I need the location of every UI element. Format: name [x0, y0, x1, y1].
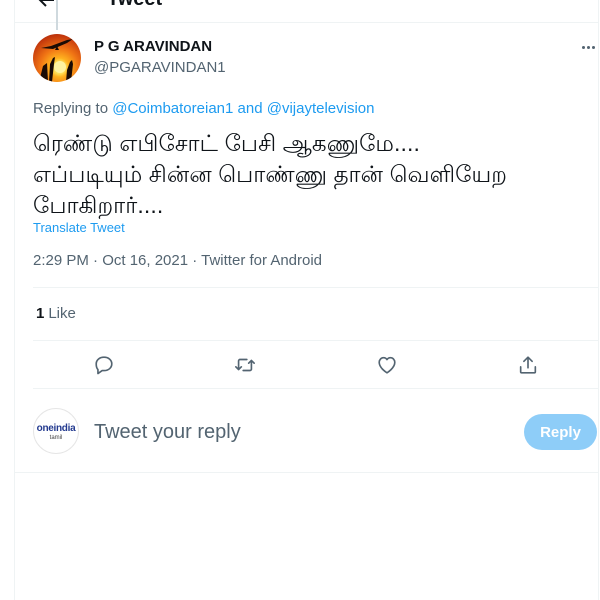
thread-connector-line: [56, 0, 58, 30]
translate-tweet-link[interactable]: Translate Tweet: [33, 220, 125, 235]
divider: [33, 340, 598, 341]
divider: [33, 287, 598, 288]
reply-button[interactable]: Reply: [524, 414, 597, 450]
mention-link-vijaytelevision[interactable]: @vijaytelevision: [267, 100, 375, 117]
tweet-page: Tweet P G ARAVINDAN @PGARAVINDAN1 Replyi…: [0, 0, 600, 600]
tweet-text: ரெண்டு எபிசோட் பேசி ஆகணுமே.... எப்படியும…: [33, 130, 508, 218]
like-count-label: Like: [48, 305, 76, 322]
share-action-button[interactable]: [517, 354, 539, 376]
replying-prefix: Replying to: [33, 100, 109, 117]
retweet-icon: [235, 358, 255, 372]
author-handle[interactable]: @PGARAVINDAN1: [94, 59, 226, 77]
divider: [33, 388, 598, 389]
author-name[interactable]: P G ARAVINDAN: [94, 38, 212, 56]
header-bar: Tweet: [15, 0, 598, 23]
column-border-right: [598, 0, 599, 600]
like-count-number: 1: [36, 305, 45, 322]
mention-conjunction: and: [237, 100, 263, 117]
reply-action-button[interactable]: [93, 354, 115, 376]
like-action-button[interactable]: [376, 354, 398, 376]
logo-text-sub: tamil: [49, 435, 63, 441]
column-border-left: [14, 0, 15, 600]
back-arrow-icon[interactable]: [37, 0, 57, 10]
replying-to-line: Replying to @Coimbatoreian1 and @vijayte…: [33, 100, 375, 118]
user-avatar-logo[interactable]: oneindia tamil: [33, 408, 79, 454]
sunset-bird-avatar-icon: [39, 39, 73, 82]
mention-link-coimbatoreian1[interactable]: @Coimbatoreian1: [112, 100, 233, 117]
more-options-icon[interactable]: [576, 36, 600, 58]
author-avatar[interactable]: [33, 34, 81, 82]
likes-count[interactable]: 1 Like: [36, 305, 76, 323]
divider: [15, 472, 598, 473]
comment-icon: [95, 356, 113, 375]
retweet-action-button[interactable]: [234, 354, 256, 376]
share-icon: [519, 356, 537, 374]
reply-input[interactable]: [94, 418, 474, 446]
logo-text-main: oneindia: [36, 423, 76, 434]
tweet-timestamp[interactable]: 2:29 PM · Oct 16, 2021 · Twitter for And…: [33, 252, 322, 270]
heart-icon: [378, 356, 396, 374]
page-title: Tweet: [107, 0, 162, 10]
